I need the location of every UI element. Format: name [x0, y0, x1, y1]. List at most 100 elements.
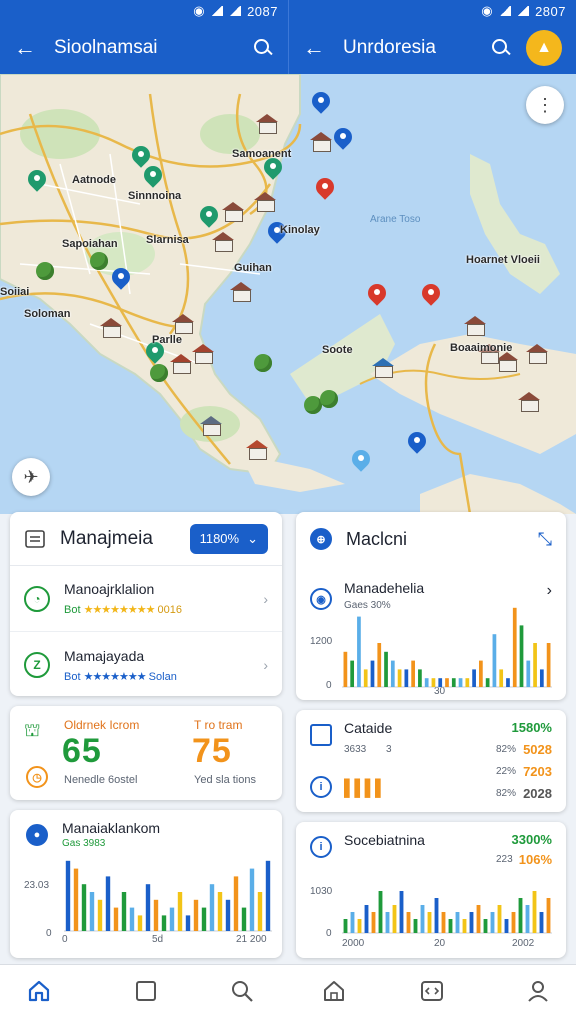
airplane-icon[interactable]: ✈	[12, 458, 50, 496]
stats-card: ⛫ Oldrnek Icrom 65 ◷ Nenedle 6ostel T ro…	[10, 706, 282, 800]
building-icon	[526, 344, 548, 364]
map-pin-icon[interactable]	[112, 268, 130, 290]
chart-bar	[364, 905, 369, 933]
map-label: Samoanent	[232, 148, 292, 160]
building-icon	[200, 416, 222, 436]
map-label: Soloman	[24, 308, 71, 320]
code-icon[interactable]	[418, 977, 446, 1005]
chart-bar	[363, 669, 368, 687]
building-icon	[518, 392, 540, 412]
map-pin-icon[interactable]	[28, 170, 46, 192]
factory-icon: ⛫	[24, 720, 41, 740]
chart-bar	[539, 912, 544, 933]
search-icon[interactable]	[490, 37, 512, 59]
map-pin-icon[interactable]	[334, 128, 352, 150]
map-label: Hoarnet Vloeii	[466, 254, 540, 266]
back-arrow-icon[interactable]: ←	[14, 37, 36, 59]
map-label: Boaaimonie	[450, 342, 513, 354]
chart-bar	[420, 905, 425, 933]
collapse-icon[interactable]: ⤡	[538, 529, 552, 550]
signal-icon	[517, 6, 530, 16]
percent-dropdown-label: 1180%	[199, 531, 240, 546]
map-pin-icon[interactable]	[144, 166, 162, 188]
building-icon	[172, 314, 194, 334]
profile-icon[interactable]	[524, 977, 552, 1005]
chevron-right-icon: ›	[263, 590, 268, 607]
x-axis-mid: 20	[434, 938, 446, 949]
chart-bar	[483, 919, 488, 933]
chart-bar	[265, 860, 271, 931]
chart-bar	[434, 898, 439, 933]
list-item[interactable]: Z Mamajayada Bot ★★★★★★★ Solan ›	[10, 632, 282, 696]
building-icon	[100, 318, 122, 338]
left-page-title: Sioolnamsai	[54, 37, 158, 58]
chart-bar	[65, 860, 71, 931]
more-vert-icon[interactable]: ⋮	[526, 86, 564, 124]
stat-left-label: Oldrnek Icrom	[64, 718, 140, 732]
status-time-right: 2807	[535, 3, 566, 19]
tree-icon	[36, 262, 54, 280]
chart-bar	[404, 669, 409, 687]
chart-bar	[518, 898, 523, 933]
chart-bar	[458, 678, 463, 687]
map-view[interactable]: Samoanent Aatnode Sinnnoina Kinolay Sapo…	[0, 74, 576, 514]
map-label: Kinolay	[280, 224, 320, 236]
percent-dropdown[interactable]: 1180% ⌄	[189, 523, 268, 554]
search-icon[interactable]	[228, 977, 256, 1005]
cataide-card: Cataide 1580% 3633 3 82% 5028 22% 7203 i…	[296, 710, 566, 812]
map-pin-icon[interactable]	[200, 206, 218, 228]
mecleni-title: Maclcni	[346, 528, 408, 549]
chart-bar	[406, 912, 411, 933]
map-pin-icon[interactable]	[368, 284, 386, 306]
search-icon[interactable]	[252, 37, 274, 59]
list-item[interactable]: ◔ Manoajrklalion Bot ★★★★★★★★ 0016 ›	[10, 566, 282, 632]
user-avatar-icon[interactable]: ▲	[526, 30, 562, 66]
map-pin-icon[interactable]	[316, 178, 334, 200]
rating-stars: ★★★★★★★	[83, 670, 147, 683]
map-label: Parlle	[152, 334, 182, 346]
left-chart-card: ● Manaiaklankom Gas 3983 23.03 0 0 5d 21…	[10, 810, 282, 958]
mini-bars-icon: ▌▌▌▌	[344, 780, 386, 797]
mecleni-bar-chart	[342, 607, 552, 688]
chart-bar	[193, 899, 199, 931]
signal-icon	[499, 6, 512, 16]
square-icon[interactable]	[132, 977, 160, 1005]
chart-bar	[441, 912, 446, 933]
map-pin-icon[interactable]	[422, 284, 440, 306]
soceb-card: i Socebiatnina 3300% 223 106% 1030 0 200…	[296, 822, 566, 958]
building-icon	[372, 358, 394, 378]
home-icon[interactable]	[25, 977, 53, 1005]
map-pin-icon[interactable]	[132, 146, 150, 168]
chart-bar	[378, 891, 383, 933]
left-app-bar: ◉ 2087 ← Sioolnamsai	[0, 0, 288, 74]
chart-bar	[73, 868, 79, 931]
back-arrow-icon[interactable]: ←	[303, 37, 325, 59]
y-axis-zero: 0	[46, 928, 52, 939]
soceb-bar-chart	[342, 891, 552, 934]
map-pin-icon[interactable]	[408, 432, 426, 454]
chart-bar	[424, 678, 429, 687]
list-item-sub: Solan	[148, 670, 177, 683]
map-label: Aatnode	[72, 174, 116, 186]
chart-bar	[546, 898, 551, 933]
chart-badge-icon: ●	[26, 824, 48, 846]
building-icon	[254, 192, 276, 212]
stat-left-caption: Nenedle 6ostel	[64, 774, 138, 786]
home-outline-icon[interactable]	[320, 977, 348, 1005]
chart-bar	[511, 912, 516, 933]
chart-bar	[392, 905, 397, 933]
building-icon	[464, 316, 486, 336]
chart-bar	[472, 669, 476, 687]
chart-bar	[153, 899, 159, 931]
chart-bar	[113, 907, 119, 931]
mecleni-chart-title: Manadehelia	[344, 580, 425, 596]
map-pin-icon[interactable]	[264, 158, 282, 180]
cataide-top-pct: 1580%	[511, 720, 552, 735]
bottom-nav	[0, 964, 576, 1024]
cataide-row2-pct-b: 7203	[523, 764, 552, 779]
map-pin-icon[interactable]	[352, 450, 370, 472]
chart-bar	[427, 912, 432, 933]
chart-bar	[448, 919, 453, 933]
soceb-title: Socebiatnina	[344, 832, 425, 848]
map-pin-icon[interactable]	[312, 92, 330, 114]
